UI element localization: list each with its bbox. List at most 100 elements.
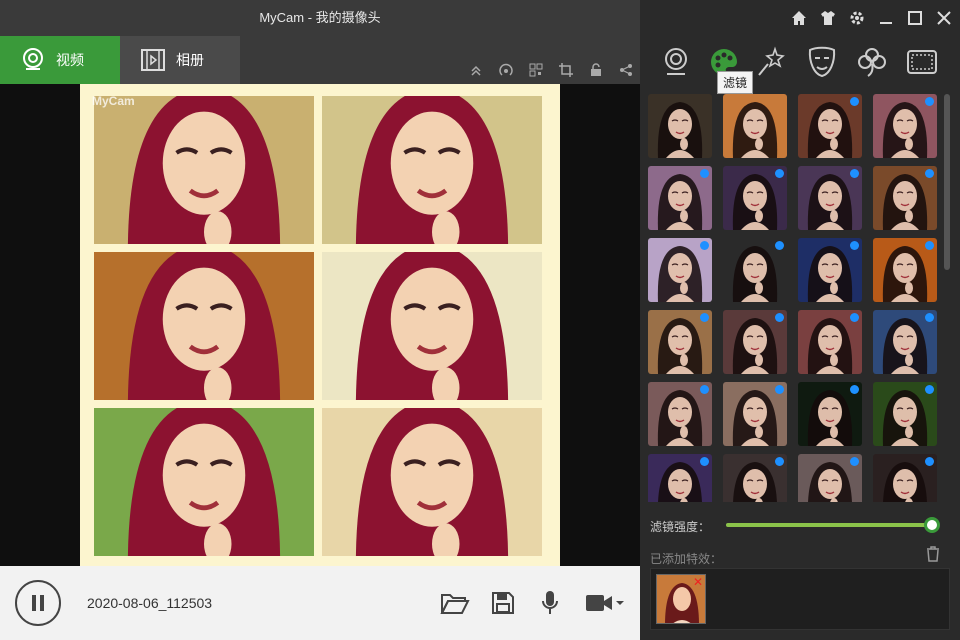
- filter-thumb[interactable]: [873, 454, 937, 502]
- filter-thumb[interactable]: [648, 310, 712, 374]
- effect-tab-camera[interactable]: [658, 44, 694, 80]
- remove-effect-icon[interactable]: ✕: [693, 575, 703, 589]
- filter-strength-knob[interactable]: [924, 517, 940, 533]
- filter-thumb[interactable]: [798, 454, 862, 502]
- save-button[interactable]: [488, 588, 518, 618]
- filter-thumb[interactable]: [798, 94, 862, 158]
- video-camera-icon: [586, 595, 612, 611]
- effect-tab-clover[interactable]: [854, 44, 890, 80]
- filter-thumb[interactable]: [873, 238, 937, 302]
- filter-applied-dot: [850, 457, 859, 466]
- broadcast-icon[interactable]: [496, 60, 516, 80]
- filter-strength-label: 滤镜强度：: [650, 520, 711, 534]
- main-tab-bar: 视频 相册: [0, 36, 640, 84]
- filter-thumb[interactable]: [648, 382, 712, 446]
- filter-applied-dot: [700, 313, 709, 322]
- filter-thumb[interactable]: [648, 454, 712, 502]
- filter-thumb[interactable]: [723, 382, 787, 446]
- filter-thumb[interactable]: [648, 238, 712, 302]
- home-button[interactable]: [789, 8, 809, 28]
- close-icon: [937, 11, 951, 25]
- preview-tile: [322, 408, 542, 556]
- filter-thumb[interactable]: [648, 94, 712, 158]
- filter-thumb[interactable]: [723, 454, 787, 502]
- tab-album[interactable]: 相册: [120, 36, 240, 84]
- filter-thumb[interactable]: [873, 94, 937, 158]
- tab-video[interactable]: 视频: [0, 36, 120, 84]
- film-icon: [141, 49, 165, 71]
- filter-thumb[interactable]: [798, 310, 862, 374]
- settings-button[interactable]: [847, 8, 867, 28]
- filter-applied-dot: [925, 241, 934, 250]
- camera-preview: MyCam: [0, 84, 640, 566]
- maximize-button[interactable]: [905, 8, 925, 28]
- filter-applied-dot: [700, 241, 709, 250]
- effect-tab-mask[interactable]: [804, 44, 840, 80]
- watermark: MyCam: [92, 94, 135, 108]
- lock-icon[interactable]: [586, 60, 606, 80]
- filter-thumb[interactable]: [873, 310, 937, 374]
- folder-icon: [440, 594, 470, 614]
- filter-thumb[interactable]: [723, 310, 787, 374]
- filter-thumb[interactable]: [798, 166, 862, 230]
- filter-thumb[interactable]: [873, 382, 937, 446]
- filter-applied-dot: [850, 241, 859, 250]
- delete-effects-button[interactable]: [926, 546, 942, 562]
- filter-applied-dot: [775, 457, 784, 466]
- minimize-button[interactable]: [876, 8, 896, 28]
- window-controls: [789, 8, 954, 28]
- share-icon[interactable]: [616, 60, 636, 80]
- webcam-icon: [23, 48, 43, 70]
- filter-applied-dot: [775, 241, 784, 250]
- close-button[interactable]: [934, 8, 954, 28]
- tab-video-label: 视频: [56, 52, 84, 68]
- preview-tile: [94, 96, 314, 244]
- qr-code-icon[interactable]: [526, 60, 546, 80]
- added-effects-list: ✕: [650, 568, 950, 630]
- recording-name: 2020-08-06_112503: [87, 595, 213, 611]
- open-folder-button[interactable]: [440, 588, 470, 618]
- filter-applied-dot: [925, 457, 934, 466]
- filter-strength-fill: [726, 523, 932, 527]
- filter-thumb[interactable]: [873, 166, 937, 230]
- title-bar: MyCam - 我的摄像头: [0, 0, 640, 36]
- added-effect-thumb[interactable]: ✕: [656, 574, 706, 624]
- window-title: MyCam - 我的摄像头: [259, 10, 381, 25]
- frame-icon: [907, 50, 937, 74]
- magic-wand-icon: [758, 46, 785, 76]
- filter-thumb[interactable]: [723, 166, 787, 230]
- save-icon: [492, 592, 514, 614]
- effect-tab-frame[interactable]: [904, 44, 940, 80]
- trash-icon: [927, 546, 939, 562]
- added-effects-label: 已添加特效：: [650, 552, 723, 566]
- video-source-button[interactable]: [582, 588, 628, 618]
- clover-icon: [858, 48, 886, 77]
- filter-applied-dot: [850, 169, 859, 178]
- filter-thumb[interactable]: [723, 238, 787, 302]
- filter-applied-dot: [775, 169, 784, 178]
- preview-tile: [322, 252, 542, 400]
- preview-tile: [94, 252, 314, 400]
- filter-applied-dot: [925, 385, 934, 394]
- microphone-button[interactable]: [535, 588, 565, 618]
- microphone-icon: [542, 591, 558, 614]
- filter-thumb[interactable]: [723, 94, 787, 158]
- filter-thumb[interactable]: [798, 238, 862, 302]
- crop-icon[interactable]: [556, 60, 576, 80]
- collapse-up-icon[interactable]: [466, 60, 486, 80]
- preview-toolbar: [466, 60, 636, 80]
- pause-button[interactable]: [15, 580, 61, 626]
- effect-tab-magic[interactable]: [754, 44, 790, 80]
- preview-tile: [322, 96, 542, 244]
- gear-icon: [850, 11, 864, 25]
- maximize-icon: [908, 11, 922, 25]
- filter-strength-slider[interactable]: [726, 517, 940, 533]
- filter-thumb[interactable]: [798, 382, 862, 446]
- skin-button[interactable]: [818, 8, 838, 28]
- filter-applied-dot: [925, 97, 934, 106]
- filter-scrollbar[interactable]: [944, 94, 950, 270]
- filter-applied-dot: [700, 385, 709, 394]
- filter-thumb[interactable]: [648, 166, 712, 230]
- filter-tooltip: 滤镜: [717, 71, 754, 94]
- webcam-icon: [665, 48, 687, 75]
